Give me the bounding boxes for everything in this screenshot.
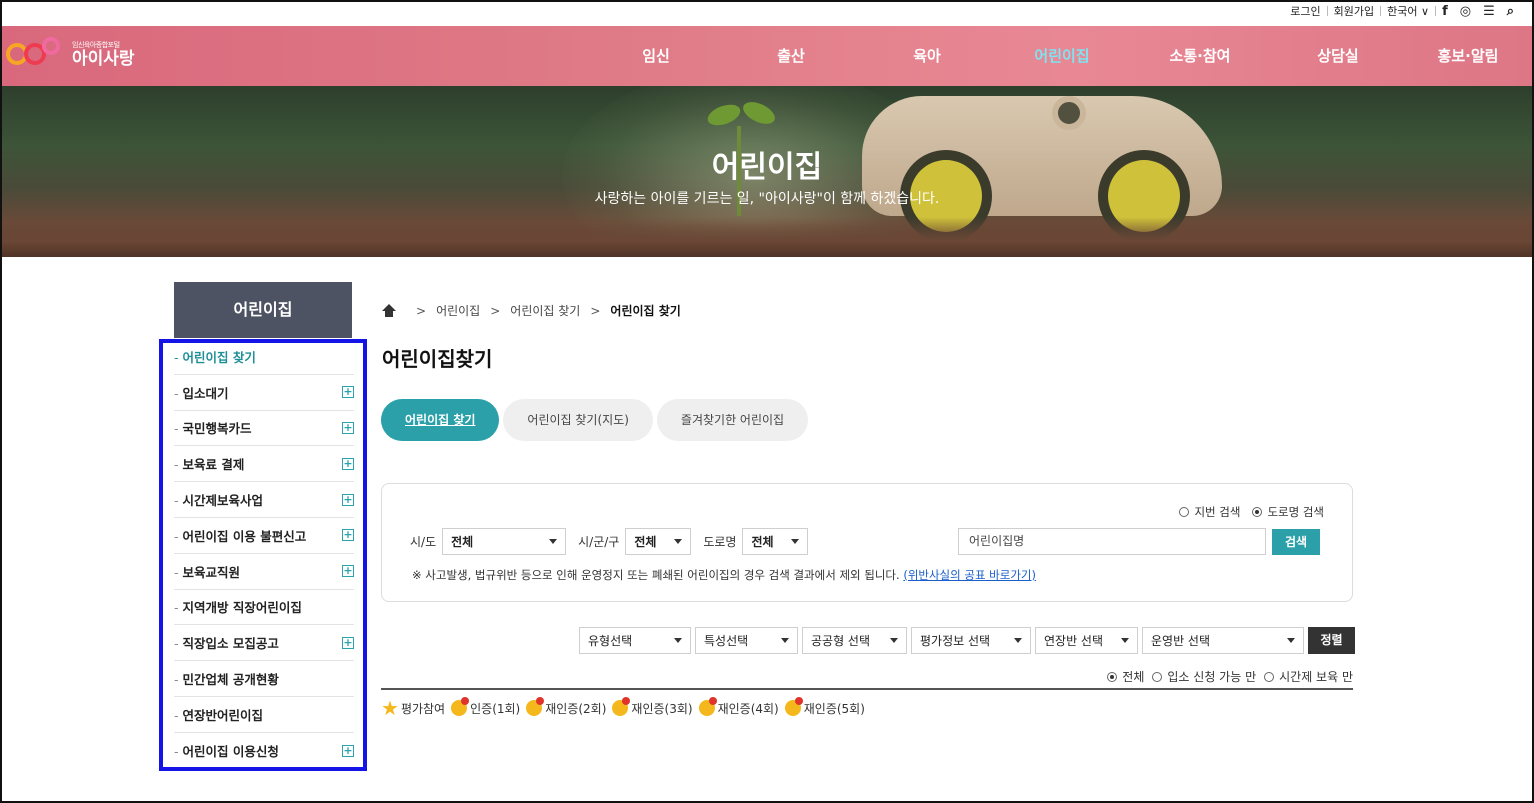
tab-map-search[interactable]: 어린이집 찾기(지도) [503, 399, 653, 441]
daycare-name-input[interactable]: 어린이집명 [958, 528, 1266, 555]
chevron-down-icon [890, 638, 898, 643]
public-select[interactable]: 공공형 선택 [802, 627, 907, 654]
chevron-down-icon [1287, 638, 1295, 643]
sort-button[interactable]: 정렬 [1308, 627, 1355, 654]
divider [381, 688, 1353, 690]
medal-icon [784, 697, 803, 716]
evaluation-select[interactable]: 평가정보 선택 [911, 627, 1031, 654]
language-select[interactable]: 한국어 ∨ [1381, 3, 1435, 19]
legend-cert-2: 재인증(2회) [526, 697, 606, 717]
nav-parenting[interactable]: 육아 [862, 26, 992, 86]
sido-select[interactable]: 전체 [442, 528, 567, 555]
chevron-down-icon [674, 539, 683, 544]
medal-icon [612, 697, 631, 716]
medal-icon [451, 697, 470, 716]
certification-legend: ★ 평가참여 인증(1회) 재인증(2회) 재인증(3회) 재인증(4회) 재인증… [381, 696, 871, 720]
sigungu-label: 시/군/구 [578, 535, 620, 549]
login-link[interactable]: 로그인 [1284, 3, 1326, 19]
facebook-icon[interactable]: f [1436, 4, 1454, 19]
legend-evaluation: ★ 평가참여 [381, 696, 446, 720]
tab-daycare-search[interactable]: 어린이집 찾기 [381, 399, 500, 441]
hero-title: 어린이집 [711, 150, 823, 185]
nav-birth[interactable]: 출산 [720, 26, 862, 86]
nav-community[interactable]: 소통·참여 [1132, 26, 1268, 86]
chevron-down-icon [549, 539, 558, 544]
region-filters: 시/도 전체 시/군/구 전체 도로명 전체 [410, 528, 820, 555]
filter-available-radio[interactable]: 입소 신청 가능 만 [1152, 668, 1256, 685]
logo-title: 아이사랑 [72, 49, 135, 69]
nav-daycare[interactable]: 어린이집 [992, 26, 1132, 86]
address-mode: 지번 검색 도로명 검색 [1167, 504, 1324, 520]
signup-link[interactable]: 회원가입 [1328, 3, 1380, 19]
main-header: 임신육아종합포털 아이사랑 임신 출산 육아 어린이집 소통·참여 상담실 홍보… [2, 26, 1532, 86]
chevron-down-icon [791, 539, 800, 544]
breadcrumb: > 어린이집 > 어린이집 찾기 > 어린이집 찾기 [382, 302, 681, 319]
menu-icon[interactable]: ☰ [1477, 4, 1501, 19]
legend-cert-1: 인증(1회) [451, 697, 520, 717]
chevron-down-icon [1121, 638, 1129, 643]
main-nav: 임신 출산 육아 어린이집 소통·참여 상담실 홍보·알림 [592, 26, 1532, 86]
search-button[interactable]: 검색 [1272, 529, 1320, 555]
page-title: 어린이집찾기 [382, 347, 493, 371]
top-utility-bar: 로그인 회원가입 한국어 ∨ f ◎ ☰ ⌕ [0, 0, 1534, 26]
sidebar-title: 어린이집 [174, 282, 352, 338]
medal-icon [698, 697, 717, 716]
breadcrumb-current: 어린이집 찾기 [610, 304, 681, 318]
sigungu-select[interactable]: 전체 [625, 528, 692, 555]
home-icon[interactable] [382, 303, 396, 318]
legend-cert-4: 재인증(4회) [698, 697, 779, 717]
availability-filter: 전체 입소 신청 가능 만 시간제 보육 만 [1099, 668, 1353, 685]
road-search-radio[interactable]: 도로명 검색 [1252, 504, 1324, 520]
nav-counseling[interactable]: 상담실 [1268, 26, 1408, 86]
operation-class-select[interactable]: 운영반 선택 [1142, 627, 1304, 654]
extended-class-select[interactable]: 연장반 선택 [1035, 627, 1138, 654]
filter-hourly-radio[interactable]: 시간제 보육 만 [1264, 668, 1353, 685]
highlight-box [159, 339, 367, 771]
road-select[interactable]: 전체 [742, 528, 809, 555]
site-logo[interactable]: 임신육아종합포털 아이사랑 [6, 36, 135, 72]
jibun-search-radio[interactable]: 지번 검색 [1179, 504, 1240, 520]
chevron-down-icon [1014, 638, 1022, 643]
road-label: 도로명 [703, 535, 737, 549]
tab-favorites[interactable]: 즐겨찾기한 어린이집 [656, 399, 809, 441]
star-icon: ★ [381, 696, 399, 720]
breadcrumb-level1[interactable]: 어린이집 [436, 302, 480, 319]
search-tabs: 어린이집 찾기 어린이집 찾기(지도) 즐겨찾기한 어린이집 [381, 399, 812, 441]
hero-subtitle: 사랑하는 아이를 기르는 일, "아이사랑"이 함께 하겠습니다. [594, 191, 940, 207]
search-panel: 지번 검색 도로명 검색 시/도 전체 시/군/구 전체 도로명 전체 어린이집… [381, 483, 1353, 602]
search-icon[interactable]: ⌕ [1501, 4, 1520, 19]
filter-all-radio[interactable]: 전체 [1107, 668, 1144, 685]
hero-banner: 어린이집 사랑하는 아이를 기르는 일, "아이사랑"이 함께 하겠습니다. [2, 86, 1532, 257]
medal-icon [526, 697, 545, 716]
type-select[interactable]: 유형선택 [579, 627, 691, 654]
logo-rings-icon [6, 36, 70, 72]
sido-label: 시/도 [410, 535, 437, 549]
search-notice: ※ 사고발생, 법규위반 등으로 인해 운영정지 또는 폐쇄된 어린이집의 경우… [412, 568, 1036, 582]
nav-pregnancy[interactable]: 임신 [592, 26, 720, 86]
instagram-icon[interactable]: ◎ [1454, 4, 1477, 19]
nav-news[interactable]: 홍보·알림 [1408, 26, 1528, 86]
legend-cert-3: 재인증(3회) [612, 697, 693, 717]
chevron-down-icon [674, 638, 682, 643]
feature-select[interactable]: 특성선택 [695, 627, 798, 654]
chevron-down-icon [781, 638, 789, 643]
legend-cert-5: 재인증(5회) [784, 697, 865, 717]
breadcrumb-level2[interactable]: 어린이집 찾기 [510, 302, 580, 319]
sort-filters: 유형선택 특성선택 공공형 선택 평가정보 선택 연장반 선택 운영반 선택 정… [579, 627, 1355, 654]
violation-disclosure-link[interactable]: (위반사실의 공표 바로가기) [903, 568, 1036, 582]
